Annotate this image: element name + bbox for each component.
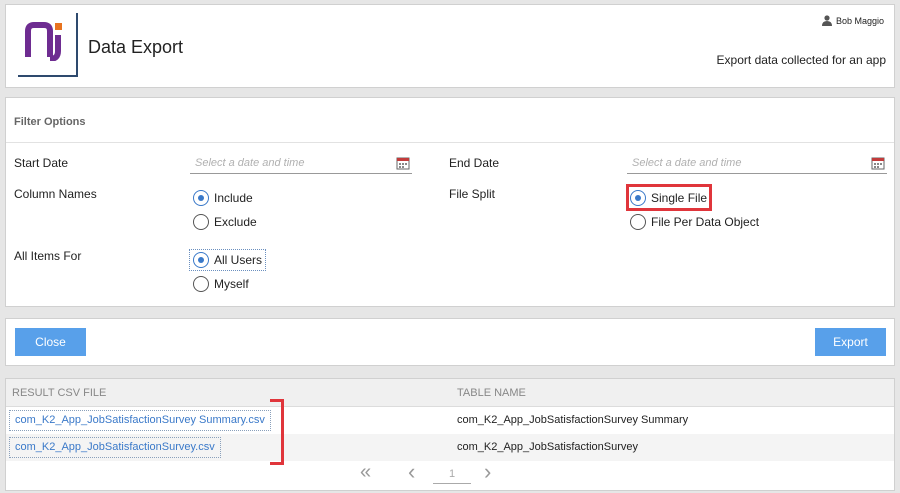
radio-label: All Users: [214, 253, 263, 267]
start-date-label: Start Date: [14, 156, 69, 170]
header-panel: Data Export Bob Maggio Export data colle…: [5, 4, 895, 88]
csv-file-link[interactable]: com_K2_App_JobSatisfactionSurvey.csv: [9, 437, 221, 458]
radio-all-users[interactable]: All Users: [188, 249, 267, 271]
radio-label: Myself: [214, 277, 249, 291]
results-table: RESULT CSV FILE TABLE NAME com_K2_App_Jo…: [5, 378, 895, 491]
export-button[interactable]: Export: [815, 328, 886, 356]
calendar-icon[interactable]: [871, 156, 885, 170]
radio-label: File Per Data Object: [651, 215, 760, 229]
logo-icon: [25, 22, 62, 61]
all-items-label: All Items For: [14, 249, 82, 263]
start-date-input[interactable]: [190, 154, 412, 172]
radio-myself[interactable]: Myself: [190, 274, 252, 294]
action-bar: Close Export: [5, 318, 895, 366]
calendar-icon[interactable]: [396, 156, 410, 170]
csv-file-link[interactable]: com_K2_App_JobSatisfactionSurvey Summary…: [9, 410, 271, 431]
prev-page-icon[interactable]: ‹: [408, 459, 415, 485]
next-page-icon[interactable]: ›: [484, 459, 491, 485]
file-split-label: File Split: [449, 187, 496, 201]
app-logo: [18, 13, 78, 77]
end-date-input[interactable]: [627, 154, 887, 172]
user-icon: [821, 15, 832, 26]
table-row: com_K2_App_JobSatisfactionSurvey.csv com…: [6, 434, 894, 461]
page-subtitle: Export data collected for an app: [716, 53, 886, 67]
table-header: RESULT CSV FILE TABLE NAME: [6, 379, 894, 407]
radio-circle[interactable]: [193, 190, 209, 206]
radio-label: Single File: [651, 191, 708, 205]
column-names-label: Column Names: [14, 187, 97, 201]
radio-file-per-data-object[interactable]: File Per Data Object: [627, 212, 762, 232]
first-page-icon[interactable]: «: [360, 461, 371, 484]
column-header-table-name: TABLE NAME: [457, 387, 526, 399]
radio-exclude[interactable]: Exclude: [190, 212, 260, 232]
radio-include[interactable]: Include: [190, 188, 256, 208]
table-name-cell: com_K2_App_JobSatisfactionSurvey Summary: [457, 414, 689, 426]
radio-circle[interactable]: [193, 276, 209, 292]
page-title: Data Export: [88, 37, 184, 57]
radio-circle[interactable]: [193, 214, 209, 230]
close-button[interactable]: Close: [15, 328, 86, 356]
divider: [6, 142, 894, 143]
radio-label: Exclude: [214, 215, 257, 229]
radio-circle[interactable]: [630, 190, 646, 206]
radio-circle[interactable]: [630, 214, 646, 230]
filter-title: Filter Options: [14, 116, 86, 128]
user-menu[interactable]: Bob Maggio: [821, 15, 884, 26]
column-header-result-file: RESULT CSV FILE: [12, 387, 107, 399]
radio-circle[interactable]: [193, 252, 209, 268]
page-number[interactable]: 1: [433, 464, 471, 484]
radio-label: Include: [214, 191, 253, 205]
start-date-field[interactable]: [190, 154, 412, 174]
end-date-label: End Date: [449, 156, 500, 170]
filter-panel: Filter Options Start Date End Date Colum…: [5, 97, 895, 307]
table-name-cell: com_K2_App_JobSatisfactionSurvey: [457, 441, 638, 453]
pagination: « ‹ 1 ›: [6, 459, 894, 488]
table-row: com_K2_App_JobSatisfactionSurvey Summary…: [6, 407, 894, 434]
end-date-field[interactable]: [627, 154, 887, 174]
radio-single-file[interactable]: Single File: [627, 188, 710, 208]
user-name: Bob Maggio: [835, 15, 884, 26]
